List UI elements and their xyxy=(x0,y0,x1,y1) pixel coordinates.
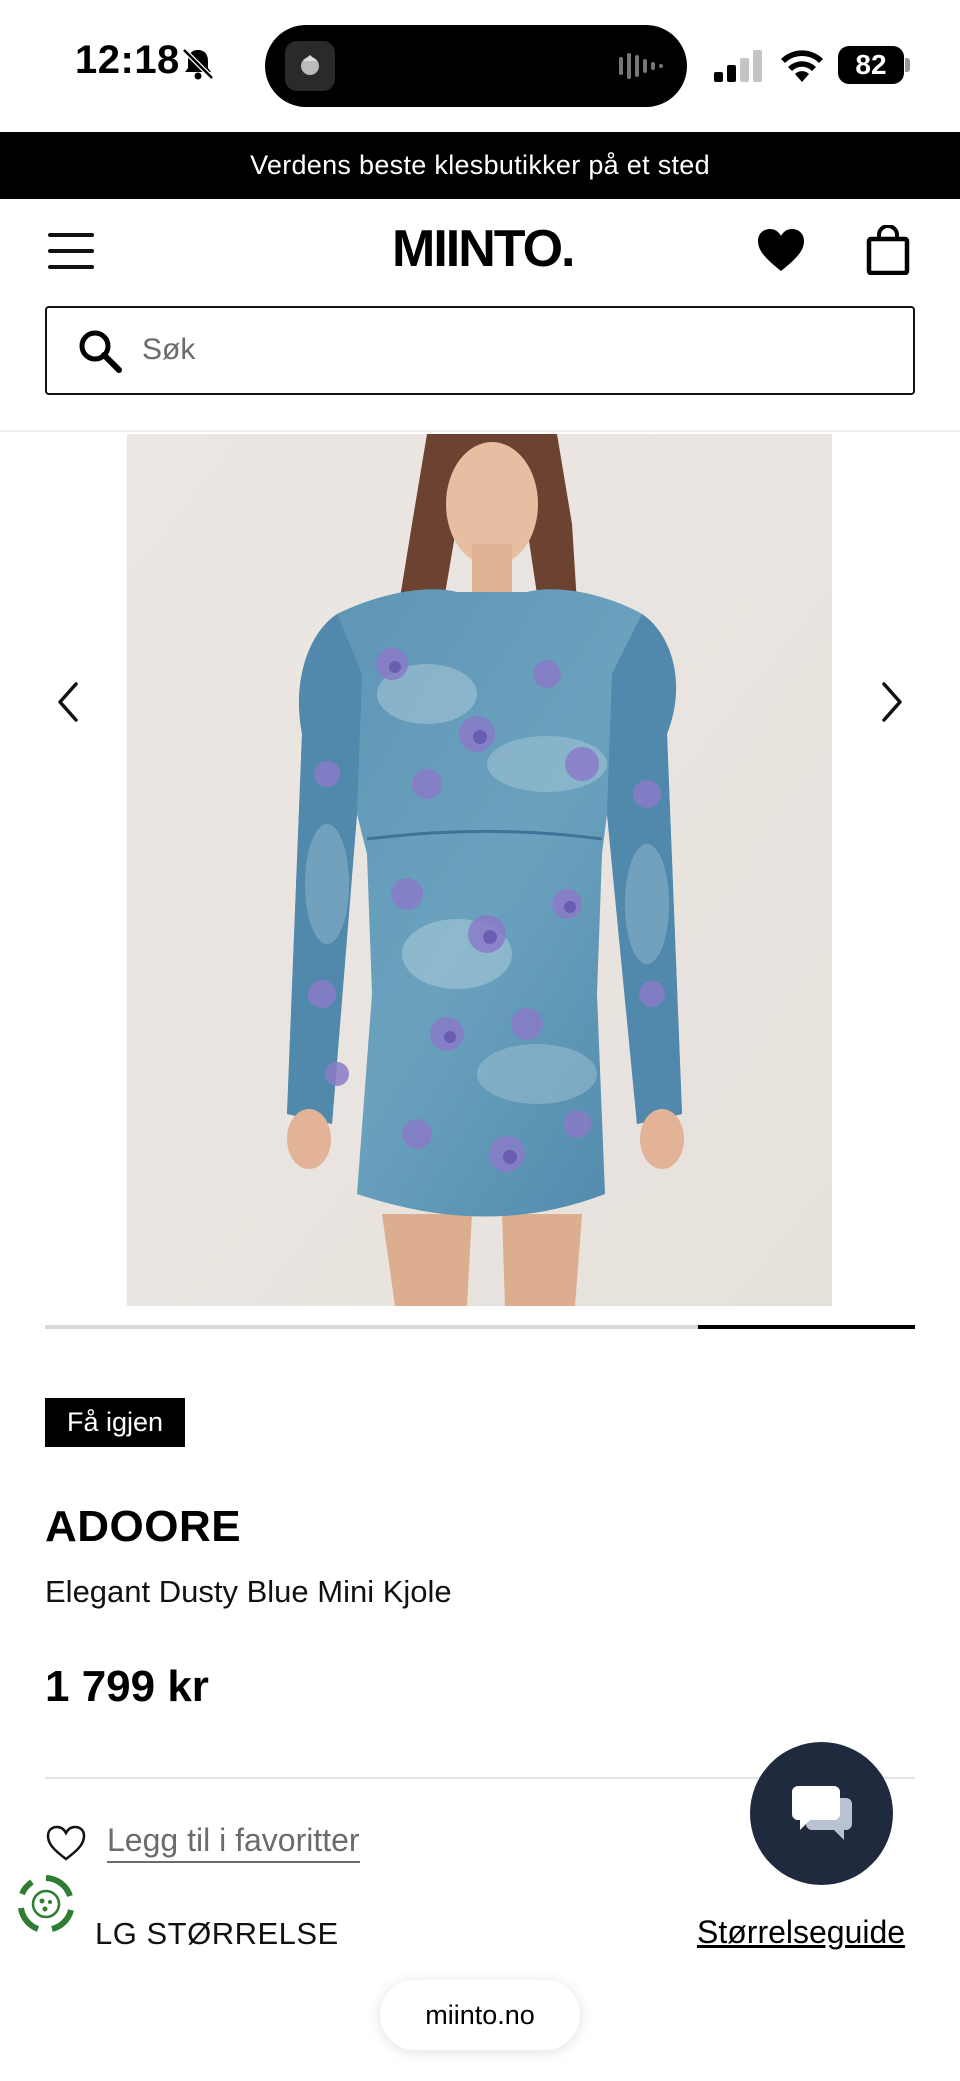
product-price: 1 799 kr xyxy=(45,1662,209,1711)
app-icon xyxy=(285,41,335,91)
gallery-progress-indicator xyxy=(697,1325,915,1329)
chat-icon xyxy=(792,1786,852,1840)
battery-indicator: 82 xyxy=(838,46,910,84)
chevron-right-icon[interactable] xyxy=(870,672,910,732)
search-bar[interactable] xyxy=(45,306,915,395)
menu-icon[interactable] xyxy=(48,233,94,269)
product-name: Elegant Dusty Blue Mini Kjole xyxy=(45,1574,452,1609)
site-logo[interactable]: MIINTO. xyxy=(392,219,575,279)
chevron-left-icon[interactable] xyxy=(50,672,90,732)
wifi-icon xyxy=(781,50,823,82)
bell-slash-icon xyxy=(182,48,214,80)
battery-level: 82 xyxy=(838,46,904,84)
model-photo xyxy=(127,434,832,1306)
bag-icon[interactable] xyxy=(866,225,910,275)
site-header: MIINTO. xyxy=(0,199,960,299)
product-brand[interactable]: ADOORE xyxy=(45,1502,241,1552)
size-guide-link[interactable]: Størrelseguide xyxy=(697,1914,905,1951)
search-input[interactable] xyxy=(142,308,882,392)
product-image[interactable] xyxy=(127,434,832,1306)
select-size-label: LG STØRRELSE xyxy=(95,1916,339,1951)
heart-outline-icon xyxy=(46,1825,86,1861)
browser-url-bar[interactable]: miinto.no xyxy=(380,1980,580,2050)
gallery-progress xyxy=(45,1325,915,1329)
status-time: 12:18 xyxy=(75,38,180,82)
dynamic-island xyxy=(265,25,687,107)
waveform-icon xyxy=(619,53,663,79)
product-gallery xyxy=(0,432,960,1332)
status-bar: 12:18 82 xyxy=(0,0,960,132)
battery-cap xyxy=(905,58,910,72)
chat-button[interactable] xyxy=(750,1742,893,1885)
signal-icon xyxy=(714,50,762,82)
promo-banner[interactable]: Verdens beste klesbutikker på et sted xyxy=(0,132,960,199)
recycle-icon[interactable] xyxy=(14,1872,78,1936)
add-to-favorites-label: Legg til i favoritter xyxy=(107,1822,360,1863)
cashback-badge: Få igjen xyxy=(45,1398,186,1447)
heart-icon[interactable] xyxy=(756,227,806,273)
search-icon xyxy=(79,330,122,373)
